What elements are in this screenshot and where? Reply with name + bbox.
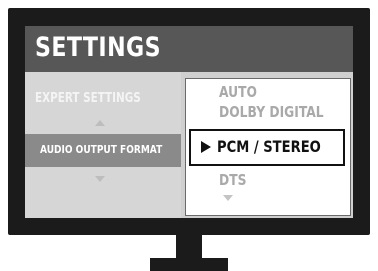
tv-stand-neck — [176, 235, 202, 258]
page-title: SETTINGS — [35, 32, 161, 63]
play-icon — [201, 141, 211, 153]
tv-screen: SETTINGS EXPERT SETTINGS AUDIO OUTPUT FO… — [25, 26, 353, 218]
options-scroll-down-icon[interactable] — [223, 195, 233, 201]
menu-item-audio-output-format[interactable]: AUDIO OUTPUT FORMAT — [25, 134, 181, 167]
scroll-up-icon[interactable] — [95, 120, 105, 126]
option-label: PCM / STEREO — [217, 137, 321, 156]
scroll-down-icon[interactable] — [95, 176, 105, 182]
menu-item-expert-settings[interactable]: EXPERT SETTINGS — [35, 91, 141, 106]
title-bar: SETTINGS — [25, 26, 353, 72]
settings-menu: EXPERT SETTINGS AUDIO OUTPUT FORMAT — [25, 72, 181, 218]
tv-stand-base — [150, 258, 228, 271]
menu-item-label: AUDIO OUTPUT FORMAT — [40, 143, 163, 156]
audio-format-options: AUTO DOLBY DIGITAL PCM / STEREO DTS — [185, 78, 351, 216]
option-dolby-digital[interactable]: DOLBY DIGITAL — [219, 103, 324, 121]
option-dts[interactable]: DTS — [219, 171, 246, 189]
option-pcm-stereo[interactable]: PCM / STEREO — [189, 129, 345, 166]
option-auto[interactable]: AUTO — [219, 83, 257, 101]
